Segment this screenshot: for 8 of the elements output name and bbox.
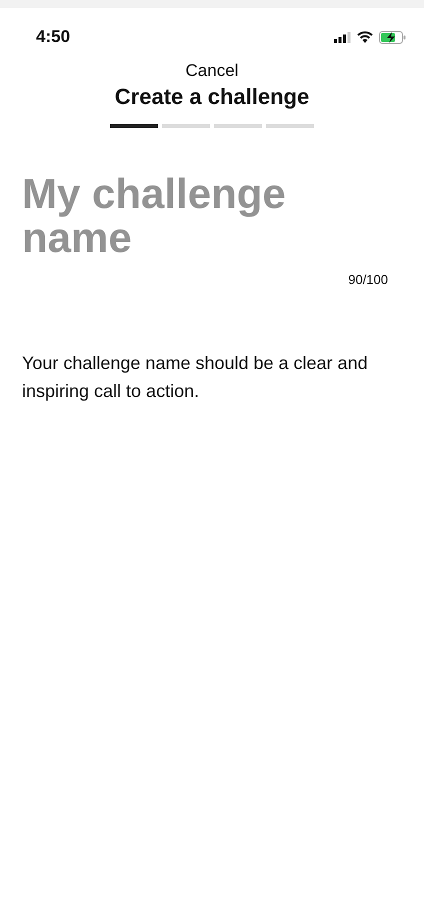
battery-charging-icon [379,30,406,44]
status-time: 4:50 [36,27,70,47]
screen-title: Create a challenge [114,84,310,110]
signal-icon [334,32,351,42]
cancel-button[interactable]: Cancel [186,61,238,81]
wifi-icon [357,31,373,43]
character-counter: 90/100 [348,272,388,287]
help-text: Your challenge name should be a clear and inspiring call to action. [22,352,369,403]
